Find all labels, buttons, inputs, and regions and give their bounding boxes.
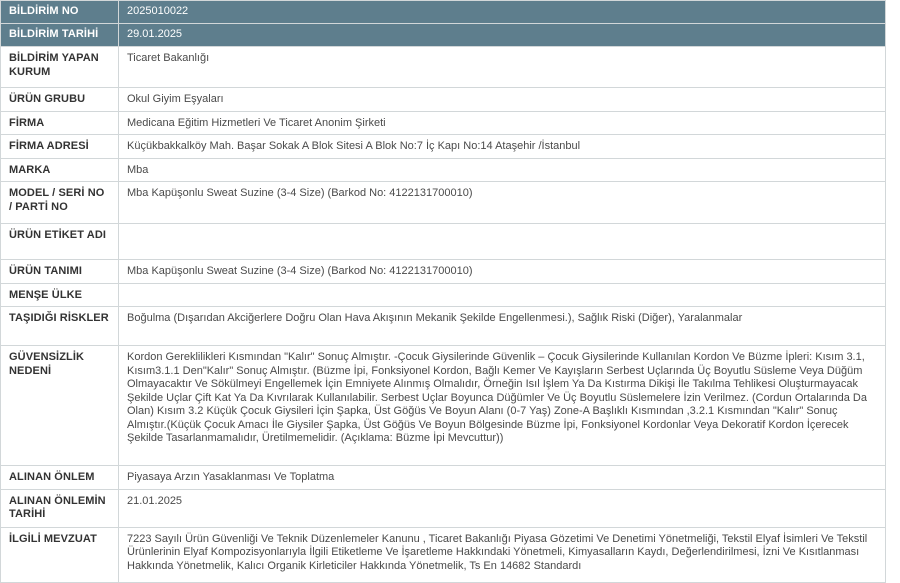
field-value: Mba Kapüşonlu Sweat Suzine (3-4 Size) (B…	[119, 182, 886, 224]
field-label: ALINAN ÖNLEM	[1, 466, 119, 490]
field-value: 21.01.2025	[119, 489, 886, 527]
row-guvensizlik-nedeni: GÜVENSİZLİK NEDENİ Kordon Gereklilikleri…	[1, 346, 886, 466]
row-ilgili-mevzuat: İLGİLİ MEVZUAT 7223 Sayılı Ürün Güvenliğ…	[1, 527, 886, 582]
field-label: ÜRÜN ETİKET ADI	[1, 224, 119, 260]
field-value: Piyasaya Arzın Yasaklanması Ve Toplatma	[119, 466, 886, 490]
row-tasidigi-riskler: TAŞIDIĞI RİSKLER Boğulma (Dışarıdan Akci…	[1, 307, 886, 346]
field-value: Mba	[119, 158, 886, 182]
field-label: GÜVENSİZLİK NEDENİ	[1, 346, 119, 466]
field-value: Mba Kapüşonlu Sweat Suzine (3-4 Size) (B…	[119, 260, 886, 284]
field-value: Ticaret Bakanlığı	[119, 47, 886, 88]
row-urun-etiket-adi: ÜRÜN ETİKET ADI	[1, 224, 886, 260]
field-value: Küçükbakkalköy Mah. Başar Sokak A Blok S…	[119, 135, 886, 159]
field-value: 7223 Sayılı Ürün Güvenliği Ve Teknik Düz…	[119, 527, 886, 582]
field-label: ÜRÜN GRUBU	[1, 88, 119, 112]
field-value: Okul Giyim Eşyaları	[119, 88, 886, 112]
field-value: 29.01.2025	[119, 24, 886, 47]
field-value: Medicana Eğitim Hizmetleri Ve Ticaret An…	[119, 111, 886, 135]
field-label: MODEL / SERİ NO / PARTİ NO	[1, 182, 119, 224]
field-label: BİLDİRİM YAPAN KURUM	[1, 47, 119, 88]
field-label: BİLDİRİM TARİHİ	[1, 24, 119, 47]
field-value: 2025010022	[119, 1, 886, 24]
row-firma-adresi: FİRMA ADRESİ Küçükbakkalköy Mah. Başar S…	[1, 135, 886, 159]
row-alinan-onlemin-tarihi: ALINAN ÖNLEMİN TARİHİ 21.01.2025	[1, 489, 886, 527]
row-bildirim-tarihi: BİLDİRİM TARİHİ 29.01.2025	[1, 24, 886, 47]
field-label: ÜRÜN TANIMI	[1, 260, 119, 284]
field-label: TAŞIDIĞI RİSKLER	[1, 307, 119, 346]
field-value: Boğulma (Dışarıdan Akciğerlere Doğru Ola…	[119, 307, 886, 346]
row-urun-tanimi: ÜRÜN TANIMI Mba Kapüşonlu Sweat Suzine (…	[1, 260, 886, 284]
field-label: MARKA	[1, 158, 119, 182]
row-mense-ulke: MENŞE ÜLKE	[1, 283, 886, 307]
field-label: İLGİLİ MEVZUAT	[1, 527, 119, 582]
field-value	[119, 224, 886, 260]
row-firma: FİRMA Medicana Eğitim Hizmetleri Ve Tica…	[1, 111, 886, 135]
row-urun-grubu: ÜRÜN GRUBU Okul Giyim Eşyaları	[1, 88, 886, 112]
field-label: MENŞE ÜLKE	[1, 283, 119, 307]
field-label: FİRMA ADRESİ	[1, 135, 119, 159]
row-bildirim-yapan-kurum: BİLDİRİM YAPAN KURUM Ticaret Bakanlığı	[1, 47, 886, 88]
row-bildirim-no: BİLDİRİM NO 2025010022	[1, 1, 886, 24]
field-label: ALINAN ÖNLEMİN TARİHİ	[1, 489, 119, 527]
field-label: FİRMA	[1, 111, 119, 135]
field-value	[119, 283, 886, 307]
field-value: Kordon Gereklilikleri Kısmından "Kalır" …	[119, 346, 886, 466]
row-marka: MARKA Mba	[1, 158, 886, 182]
row-model-seri-parti-no: MODEL / SERİ NO / PARTİ NO Mba Kapüşonlu…	[1, 182, 886, 224]
notification-record-table: BİLDİRİM NO 2025010022 BİLDİRİM TARİHİ 2…	[0, 0, 886, 583]
row-alinan-onlem: ALINAN ÖNLEM Piyasaya Arzın Yasaklanması…	[1, 466, 886, 490]
field-label: BİLDİRİM NO	[1, 1, 119, 24]
